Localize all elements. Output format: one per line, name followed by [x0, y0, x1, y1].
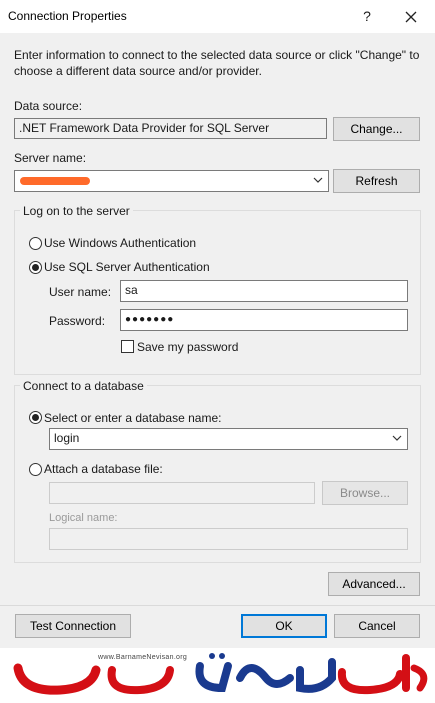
window-title: Connection Properties	[8, 9, 127, 23]
database-group-title: Connect to a database	[20, 379, 147, 393]
close-icon	[405, 11, 417, 23]
data-source-label: Data source:	[14, 99, 83, 113]
select-database-label[interactable]: Select or enter a database name:	[44, 411, 221, 425]
select-database-radio[interactable]	[29, 411, 42, 424]
attach-database-radio[interactable]	[29, 463, 42, 476]
cancel-button[interactable]: Cancel	[334, 614, 420, 638]
save-password-checkbox[interactable]	[121, 340, 134, 353]
watermark-url: www.BarnameNevisan.org	[98, 654, 188, 661]
save-password-label[interactable]: Save my password	[137, 340, 238, 354]
windows-auth-label[interactable]: Use Windows Authentication	[44, 236, 196, 250]
username-input[interactable]: sa	[120, 280, 408, 302]
barnamenevisan-logo	[13, 653, 428, 695]
intro-text: Enter information to connect to the sele…	[14, 48, 420, 78]
database-file-input	[49, 482, 315, 504]
chevron-down-icon	[392, 435, 402, 441]
data-source-field: .NET Framework Data Provider for SQL Ser…	[14, 118, 327, 139]
change-button[interactable]: Change...	[333, 117, 420, 141]
attach-database-label[interactable]: Attach a database file:	[44, 462, 163, 476]
sql-auth-label[interactable]: Use SQL Server Authentication	[44, 260, 210, 274]
browse-button: Browse...	[322, 481, 408, 505]
logical-name-label: Logical name:	[49, 512, 118, 524]
server-name-combo[interactable]	[14, 170, 329, 192]
help-button[interactable]: ?	[354, 3, 380, 29]
username-label: User name:	[49, 285, 112, 299]
password-label: Password:	[49, 314, 106, 328]
redacted-server-name	[20, 177, 90, 185]
database-name-combo[interactable]: login	[49, 428, 408, 450]
windows-auth-radio[interactable]	[29, 237, 42, 250]
logical-name-input	[49, 528, 408, 550]
sql-auth-radio[interactable]	[29, 261, 42, 274]
logon-group-title: Log on to the server	[20, 204, 133, 218]
ok-button[interactable]: OK	[241, 614, 327, 638]
footer-separator	[0, 605, 435, 606]
advanced-button[interactable]: Advanced...	[328, 572, 420, 596]
refresh-button[interactable]: Refresh	[333, 169, 420, 193]
chevron-down-icon	[313, 177, 323, 183]
test-connection-button[interactable]: Test Connection	[15, 614, 131, 638]
password-input[interactable]: ●●●●●●●	[120, 309, 408, 331]
watermark-logo	[0, 648, 435, 700]
server-name-label: Server name:	[14, 151, 87, 165]
database-name-value: login	[54, 431, 80, 445]
close-button[interactable]	[396, 3, 426, 29]
